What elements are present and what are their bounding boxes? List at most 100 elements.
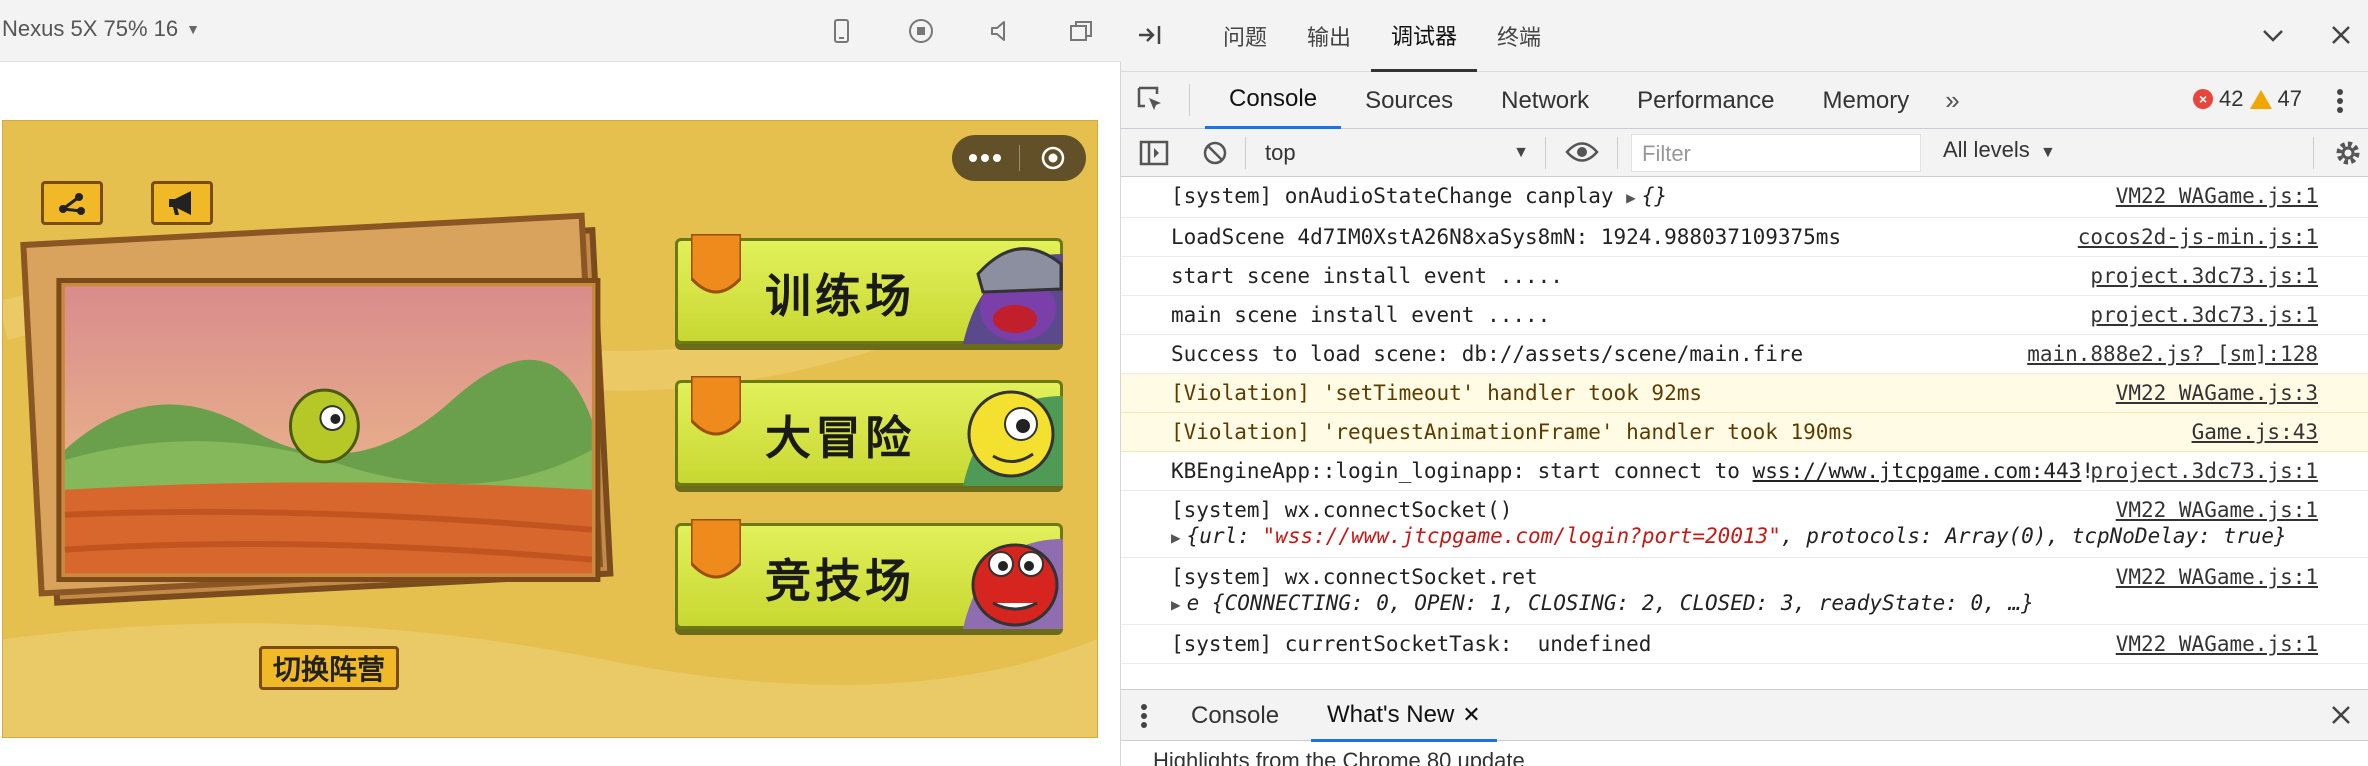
log-source-link[interactable]: main.888e2.js? [sm]:128	[2027, 341, 2318, 367]
log-row: cocos2d-js-min.js:1 LoadScene 4d7IM0XstA…	[1121, 218, 2368, 257]
menu-button-training[interactable]: 训练场	[675, 234, 1063, 348]
switch-faction-button[interactable]: 切换阵营	[259, 646, 399, 690]
chevron-down-icon: ▼	[1513, 144, 1529, 161]
drawer-tab-whats-new[interactable]: What's New ✕	[1311, 690, 1497, 742]
close-mini-program-icon[interactable]	[1020, 135, 1087, 181]
red-dragon-icon	[963, 539, 1063, 629]
log-source-link[interactable]: VM22 WAGame.js:1	[2116, 564, 2318, 590]
inspect-element-icon[interactable]	[1135, 84, 1167, 116]
log-row: project.3dc73.js:1 main scene install ev…	[1121, 296, 2368, 335]
log-object[interactable]: {}	[1642, 184, 1667, 208]
expand-triangle-icon[interactable]: ▶	[1171, 592, 1181, 618]
tab-console[interactable]: Console	[1205, 72, 1342, 129]
devtools-top-tabs: 问题 输出 调试器 终端	[1203, 0, 1561, 72]
chevron-down-icon[interactable]	[2260, 22, 2286, 48]
share-button[interactable]	[41, 181, 103, 225]
ribbon-icon	[691, 376, 741, 436]
log-source-link[interactable]: project.3dc73.js:1	[2090, 302, 2318, 328]
purple-monster-icon	[963, 247, 1063, 344]
more-tabs-button[interactable]: »	[1933, 72, 1971, 129]
whats-new-text: Highlights from the Chrome 80 update	[1153, 748, 1525, 766]
log-row: project.3dc73.js:1 start scene install e…	[1121, 257, 2368, 296]
panel-tab-list: Console Sources Network Performance Memo…	[1205, 72, 1972, 129]
log-message: [system] onAudioStateChange canplay	[1171, 184, 1627, 208]
dock-arrow-icon[interactable]	[1135, 20, 1165, 50]
error-icon: ×	[2193, 89, 2214, 109]
console-log: VM22 WAGame.js:1 [system] onAudioStateCh…	[1121, 177, 2368, 689]
popout-icon[interactable]	[1041, 0, 1121, 62]
close-icon[interactable]: ✕	[1462, 702, 1480, 728]
log-source-link[interactable]: project.3dc73.js:1	[2090, 263, 2318, 289]
menu-button-arena[interactable]: 竞技场	[675, 519, 1063, 633]
chevron-down-icon: ▼	[186, 21, 200, 37]
log-source-link[interactable]: cocos2d-js-min.js:1	[2078, 224, 2318, 250]
close-icon[interactable]	[2328, 22, 2354, 48]
menu-button-label: 竞技场	[765, 554, 915, 608]
tab-performance[interactable]: Performance	[1613, 72, 1798, 129]
kebab-menu-icon[interactable]	[2326, 86, 2354, 116]
issue-counts[interactable]: × 42 47	[2193, 86, 2302, 112]
simulator-panel: Nexus 5X 75% 16 ▼ 训练场 大冒险 竞技场 切换阵营	[0, 0, 1121, 766]
log-source-link[interactable]: VM22 WAGame.js:1	[2116, 631, 2318, 657]
clear-console-icon[interactable]	[1201, 139, 1229, 167]
console-toolbar: top ▼ Filter All levels ▼	[1121, 129, 2368, 177]
log-row: VM22 WAGame.js:1 [system] wx.connectSock…	[1121, 558, 2368, 625]
tab-issues[interactable]: 问题	[1203, 0, 1287, 72]
simulator-icon-bar	[801, 0, 1121, 62]
game-canvas[interactable]: 训练场 大冒险 竞技场 切换阵营	[2, 120, 1098, 738]
log-message: KBEngineApp::login_loginapp: start conne…	[1171, 459, 1753, 483]
devtools-panel-tabs: Console Sources Network Performance Memo…	[1121, 72, 2368, 129]
announcement-button[interactable]	[151, 181, 213, 225]
tab-output[interactable]: 输出	[1287, 0, 1371, 72]
levels-select[interactable]: All levels ▼	[1943, 137, 2056, 163]
log-source-link[interactable]: project.3dc73.js:1	[2090, 458, 2318, 484]
record-icon[interactable]	[881, 0, 961, 62]
tab-network[interactable]: Network	[1477, 72, 1613, 129]
log-row: VM22 WAGame.js:1 [system] onAudioStateCh…	[1121, 177, 2368, 218]
yellow-bee-icon	[963, 390, 1063, 486]
menu-button-adventure[interactable]: 大冒险	[675, 376, 1063, 490]
kebab-menu-icon[interactable]	[1137, 702, 1151, 730]
device-label: Nexus 5X 75% 16	[2, 16, 179, 41]
more-icon[interactable]	[952, 135, 1019, 181]
log-url-link[interactable]: wss://www.jtcpgame.com:443	[1753, 459, 2082, 483]
device-select[interactable]: Nexus 5X 75% 16 ▼	[2, 16, 200, 42]
toolbar-divider	[1545, 137, 1546, 169]
log-source-link[interactable]: VM22 WAGame.js:1	[2116, 497, 2318, 523]
drawer-tabbar: Console What's New ✕	[1121, 689, 2368, 742]
gear-icon[interactable]	[2332, 137, 2364, 169]
close-drawer-icon[interactable]	[2328, 702, 2354, 728]
devtools-window-icons	[2260, 22, 2354, 48]
log-row: VM22 WAGame.js:1 [system] wx.connectSock…	[1121, 491, 2368, 558]
log-object[interactable]: ▶ e {CONNECTING: 0, OPEN: 1, CLOSING: 2, …	[1171, 590, 2358, 618]
log-object[interactable]: ▶ {url: "wss://www.jtcpgame.com/login?por…	[1171, 523, 2358, 551]
filter-input[interactable]: Filter	[1631, 134, 1921, 172]
tab-memory[interactable]: Memory	[1799, 72, 1934, 129]
phone-icon[interactable]	[801, 0, 881, 62]
expand-triangle-icon[interactable]: ▶	[1171, 525, 1181, 551]
app-root: Nexus 5X 75% 16 ▼ 训练场 大冒险 竞技场 切换阵营 问题 输出…	[0, 0, 2368, 766]
warning-icon	[2249, 89, 2272, 109]
drawer-tab-console[interactable]: Console	[1175, 690, 1295, 742]
share-icon	[59, 193, 85, 215]
log-row: project.3dc73.js:1 KBEngineApp::login_lo…	[1121, 452, 2368, 491]
tab-sources[interactable]: Sources	[1341, 72, 1477, 129]
log-source-link[interactable]: VM22 WAGame.js:3	[2116, 380, 2318, 406]
log-source-link[interactable]: VM22 WAGame.js:1	[2116, 183, 2318, 209]
menu-button-label: 大冒险	[765, 411, 915, 465]
log-source-link[interactable]: Game.js:43	[2192, 419, 2318, 445]
volume-icon[interactable]	[961, 0, 1041, 62]
ribbon-icon	[691, 234, 741, 294]
error-count: 42	[2219, 86, 2244, 111]
toolbar-divider	[1245, 137, 1246, 169]
tab-terminal[interactable]: 终端	[1477, 0, 1561, 72]
expand-triangle-icon[interactable]: ▶	[1626, 185, 1636, 211]
tab-debugger[interactable]: 调试器	[1371, 0, 1478, 72]
eye-icon[interactable]	[1565, 139, 1599, 165]
sidebar-toggle-icon[interactable]	[1139, 139, 1169, 167]
ribbon-icon	[691, 519, 741, 579]
log-row: VM22 WAGame.js:1 [system] currentSocketT…	[1121, 625, 2368, 664]
context-select[interactable]: top ▼	[1265, 135, 1537, 171]
toolbar-divider	[1189, 84, 1190, 116]
devtools-top-bar: 问题 输出 调试器 终端	[1121, 0, 2368, 72]
